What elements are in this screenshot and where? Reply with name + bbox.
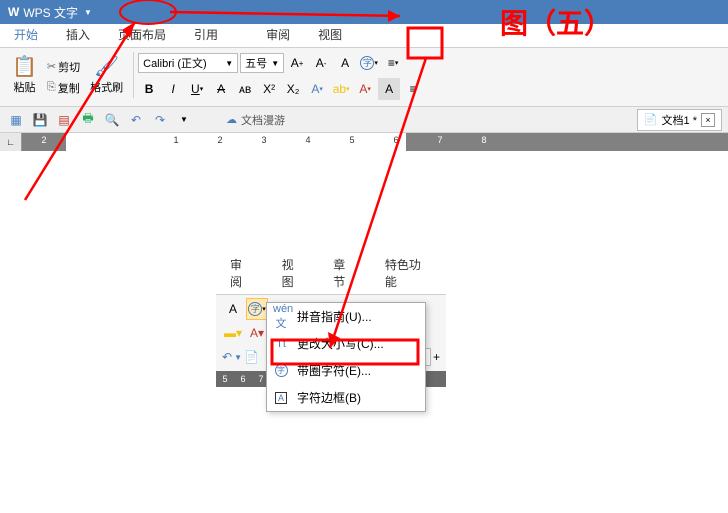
italic-button[interactable]: I xyxy=(162,78,184,100)
qat-more-icon[interactable]: ▼ xyxy=(174,110,194,130)
clear-format-button[interactable]: A xyxy=(334,52,356,74)
subscript-button[interactable]: X₂ xyxy=(282,78,304,100)
app-logo-icon: W xyxy=(8,5,19,19)
bold-button[interactable]: B xyxy=(138,78,160,100)
doc-icon: 📄 xyxy=(644,113,658,126)
menu-char-border[interactable]: A 字符边框(B) xyxy=(267,384,425,411)
tab-review[interactable]: 审阅 xyxy=(252,22,304,47)
font-family-select[interactable]: Calibri (正文)▼ xyxy=(138,53,238,73)
popup-window: 审阅 视图 章节 特色功能 A 字▾ ☰▾ ≡▾ ⊟▾ ⇤ ⇥ ▬▾ A▾ A … xyxy=(216,252,446,387)
pinyin-icon: wén文 xyxy=(273,303,289,331)
document-tab[interactable]: 📄 文档1 * × xyxy=(637,109,722,131)
strike-button[interactable]: A xyxy=(210,78,232,100)
popup-fontcolor-icon[interactable]: A▾ xyxy=(246,322,268,344)
popup-clear-icon[interactable]: A xyxy=(222,298,244,320)
ribbon: 📋 粘贴 ✂剪切 ⎘复制 🖌 格式刷 Calibri (正文)▼ 五号▼ A+ … xyxy=(0,48,728,107)
preview-icon[interactable]: 🔍 xyxy=(102,110,122,130)
quick-access-toolbar: ▦ 💾 ▤ 🖶 🔍 ↶ ↷ ▼ ☁ 文档漫游 📄 文档1 * × xyxy=(0,107,728,133)
scissors-icon: ✂ xyxy=(47,60,56,73)
underline-button[interactable]: U▾ xyxy=(186,78,208,100)
app-name: WPS 文字 xyxy=(23,4,78,21)
wenku-tab[interactable]: ☁ 文档漫游 xyxy=(218,110,293,130)
tab-insert[interactable]: 插入 xyxy=(52,22,104,47)
tab-reference[interactable]: 引用 xyxy=(180,22,232,47)
cut-button[interactable]: ✂剪切 xyxy=(43,57,84,77)
enclosed-char-dropdown: wén文 拼音指南(U)... Tt 更改大小写(C)... 字 带圈字符(E)… xyxy=(266,302,426,412)
font-color2-button[interactable]: A▾ xyxy=(354,78,376,100)
font-size-select[interactable]: 五号▼ xyxy=(240,53,284,73)
save-icon[interactable]: 💾 xyxy=(30,110,50,130)
popup-redo-icon[interactable]: ▼ xyxy=(234,353,242,362)
horizontal-ruler[interactable]: ∟ 2 1 1 2 3 4 5 6 7 8 xyxy=(0,133,728,151)
popup-tab-special[interactable]: 特色功能 xyxy=(371,252,446,294)
copy-icon: ⎘ xyxy=(47,81,56,94)
popup-doc-icon[interactable]: 📄 xyxy=(244,350,259,364)
circle-char-icon: 字 xyxy=(273,364,289,377)
paste-icon: 📋 xyxy=(12,54,37,79)
brush-icon: 🖌 xyxy=(94,54,119,79)
highlight-button[interactable]: ab▾ xyxy=(330,78,352,100)
case-icon: Tt xyxy=(273,338,289,350)
superscript-button[interactable]: X² xyxy=(258,78,280,100)
menu-enclosed-char[interactable]: 字 带圈字符(E)... xyxy=(267,357,425,384)
popup-tabs: 审阅 视图 章节 特色功能 xyxy=(216,252,446,295)
format-painter-button[interactable]: 🖌 格式刷 xyxy=(84,52,129,102)
tab-view[interactable]: 视图 xyxy=(304,22,356,47)
popup-enclosed-button[interactable]: 字▾ xyxy=(246,298,268,320)
popup-undo-icon[interactable]: ↶ xyxy=(222,350,232,364)
enclosed-char-button[interactable]: 字▾ xyxy=(358,52,380,74)
border-char-icon: A xyxy=(273,392,289,404)
menu-pinyin-guide[interactable]: wén文 拼音指南(U)... xyxy=(267,303,425,330)
ribbon-tabs: 开始 插入 页面布局 引用 审阅 视图 xyxy=(0,24,728,48)
shrink-font-button[interactable]: A- xyxy=(310,52,332,74)
list-button[interactable]: ≡▾ xyxy=(382,52,404,74)
popup-tab-review[interactable]: 审阅 xyxy=(216,252,268,294)
font-color-button[interactable]: A▾ xyxy=(306,78,328,100)
undo-icon[interactable]: ↶ xyxy=(126,110,146,130)
menu-change-case[interactable]: Tt 更改大小写(C)... xyxy=(267,330,425,357)
pdf-icon[interactable]: ▤ xyxy=(54,110,74,130)
indent-button[interactable]: ≡ xyxy=(402,78,424,100)
title-bar: W WPS 文字 ▼ xyxy=(0,0,728,24)
app-menu-dropdown-icon[interactable]: ▼ xyxy=(84,8,92,17)
redo-icon[interactable]: ↷ xyxy=(150,110,170,130)
tab-layout[interactable]: 页面布局 xyxy=(104,22,180,47)
cloud-icon: ☁ xyxy=(226,113,237,126)
popup-add-icon[interactable]: + xyxy=(433,350,440,364)
popup-tab-chapter[interactable]: 章节 xyxy=(319,252,371,294)
document-area[interactable] xyxy=(0,151,728,231)
ruler-corner: ∟ xyxy=(0,133,22,151)
new-icon[interactable]: ▦ xyxy=(6,110,26,130)
grow-font-button[interactable]: A+ xyxy=(286,52,308,74)
popup-tab-view[interactable]: 视图 xyxy=(268,252,320,294)
paste-button[interactable]: 📋 粘贴 xyxy=(6,52,43,102)
popup-highlight-icon[interactable]: ▬▾ xyxy=(222,322,244,344)
strikethrough-button[interactable]: ᴀʙ xyxy=(234,78,256,100)
annotation-label: 图（五） xyxy=(500,2,612,42)
tab-start[interactable]: 开始 xyxy=(0,22,52,47)
copy-button[interactable]: ⎘复制 xyxy=(43,78,84,98)
close-tab-icon[interactable]: × xyxy=(701,113,715,127)
shading-button[interactable]: A xyxy=(378,78,400,100)
print-icon[interactable]: 🖶 xyxy=(78,110,98,130)
